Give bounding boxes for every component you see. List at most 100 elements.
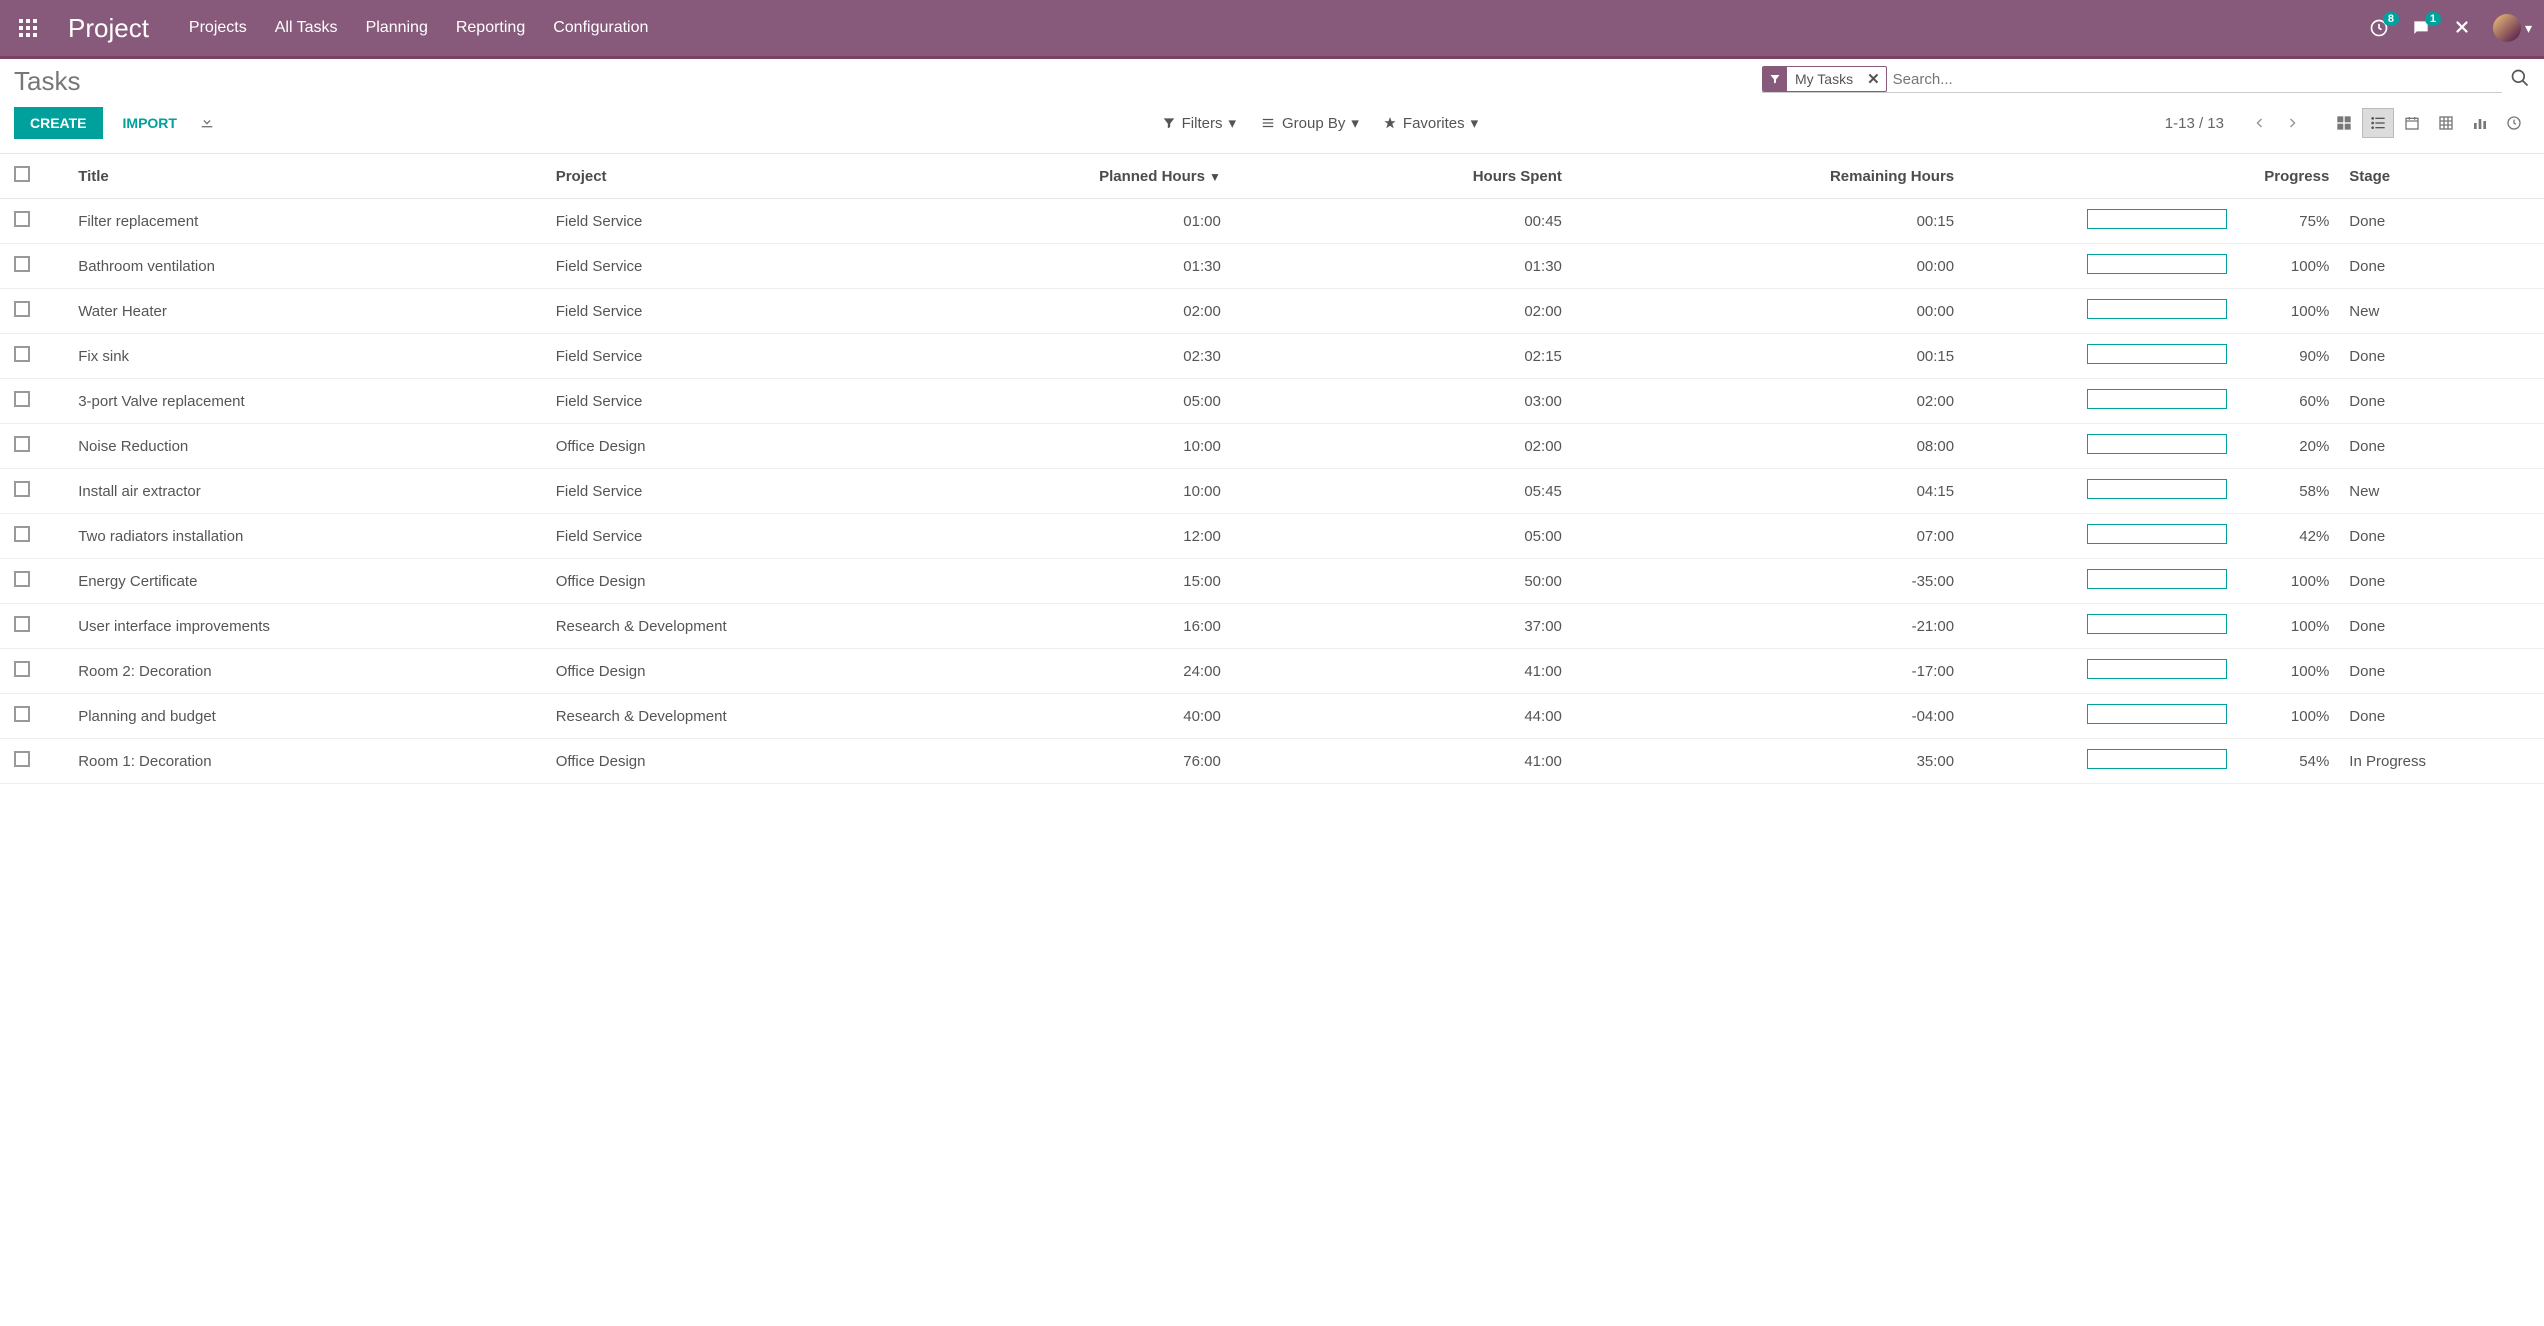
nav-planning[interactable]: Planning <box>366 19 428 37</box>
caret-down-icon: ▾ <box>1351 114 1359 132</box>
cell-progress-pct: 60% <box>2237 379 2339 424</box>
search-box: My Tasks ✕ <box>1762 66 2502 93</box>
row-checkbox[interactable] <box>14 211 30 227</box>
cell-title: Install air extractor <box>68 469 546 514</box>
cell-progress-pct: 100% <box>2237 244 2339 289</box>
row-checkbox[interactable] <box>14 436 30 452</box>
facet-remove-icon[interactable]: ✕ <box>1861 70 1886 88</box>
cell-spent: 02:00 <box>1231 424 1572 469</box>
close-icon[interactable] <box>2453 18 2471 39</box>
col-project[interactable]: Project <box>546 154 989 199</box>
cell-title: Two radiators installation <box>68 514 546 559</box>
filters-dropdown[interactable]: Filters ▾ <box>1162 114 1236 132</box>
row-checkbox[interactable] <box>14 391 30 407</box>
pager-prev-icon[interactable] <box>2246 109 2274 137</box>
download-icon[interactable] <box>199 114 215 133</box>
cell-project: Research & Development <box>546 694 989 739</box>
systray: 8 1 ▾ <box>2369 14 2532 42</box>
table-row[interactable]: Room 1: Decoration Office Design 76:00 4… <box>0 739 2544 784</box>
view-calendar-icon[interactable] <box>2396 108 2428 138</box>
activity-icon[interactable]: 8 <box>2369 18 2389 38</box>
table-row[interactable]: Bathroom ventilation Field Service 01:30… <box>0 244 2544 289</box>
table-row[interactable]: Planning and budget Research & Developme… <box>0 694 2544 739</box>
cell-planned: 16:00 <box>989 604 1231 649</box>
table-row[interactable]: 3-port Valve replacement Field Service 0… <box>0 379 2544 424</box>
table-row[interactable]: Fix sink Field Service 02:30 02:15 00:15… <box>0 334 2544 379</box>
nav-projects[interactable]: Projects <box>189 19 247 37</box>
create-button[interactable]: CREATE <box>14 107 103 139</box>
breadcrumb-title[interactable]: Tasks <box>14 66 80 97</box>
row-checkbox[interactable] <box>14 706 30 722</box>
table-row[interactable]: User interface improvements Research & D… <box>0 604 2544 649</box>
import-button[interactable]: IMPORT <box>123 115 177 131</box>
view-list-icon[interactable] <box>2362 108 2394 138</box>
progress-bar <box>2087 209 2227 229</box>
nav-reporting[interactable]: Reporting <box>456 19 525 37</box>
search-input[interactable] <box>1887 67 2502 92</box>
app-brand[interactable]: Project <box>68 13 149 44</box>
row-checkbox[interactable] <box>14 526 30 542</box>
row-checkbox[interactable] <box>14 346 30 362</box>
cell-title: Fix sink <box>68 334 546 379</box>
select-all-checkbox[interactable] <box>14 166 30 182</box>
col-progress[interactable]: Progress <box>1964 154 2339 199</box>
table-row[interactable]: Install air extractor Field Service 10:0… <box>0 469 2544 514</box>
cell-project: Field Service <box>546 514 989 559</box>
cell-stage: Done <box>2339 604 2544 649</box>
row-checkbox[interactable] <box>14 571 30 587</box>
row-checkbox[interactable] <box>14 256 30 272</box>
table-row[interactable]: Noise Reduction Office Design 10:00 02:0… <box>0 424 2544 469</box>
row-checkbox[interactable] <box>14 661 30 677</box>
cell-title: Filter replacement <box>68 199 546 244</box>
row-checkbox[interactable] <box>14 481 30 497</box>
table-row[interactable]: Two radiators installation Field Service… <box>0 514 2544 559</box>
pager-next-icon[interactable] <box>2278 109 2306 137</box>
view-kanban-icon[interactable] <box>2328 108 2360 138</box>
table-row[interactable]: Room 2: Decoration Office Design 24:00 4… <box>0 649 2544 694</box>
view-activity-icon[interactable] <box>2498 108 2530 138</box>
nav-all-tasks[interactable]: All Tasks <box>275 19 338 37</box>
table-row[interactable]: Energy Certificate Office Design 15:00 5… <box>0 559 2544 604</box>
cell-spent: 03:00 <box>1231 379 1572 424</box>
col-title[interactable]: Title <box>68 154 546 199</box>
row-checkbox[interactable] <box>14 301 30 317</box>
groupby-dropdown[interactable]: Group By ▾ <box>1260 114 1359 132</box>
cell-spent: 02:15 <box>1231 334 1572 379</box>
cell-spent: 02:00 <box>1231 289 1572 334</box>
cell-project: Research & Development <box>546 604 989 649</box>
cell-stage: Done <box>2339 244 2544 289</box>
cell-spent: 01:30 <box>1231 244 1572 289</box>
cell-planned: 24:00 <box>989 649 1231 694</box>
col-remaining-hours[interactable]: Remaining Hours <box>1572 154 1964 199</box>
row-checkbox[interactable] <box>14 751 30 767</box>
favorites-dropdown[interactable]: Favorites ▾ <box>1383 114 1478 132</box>
cell-planned: 02:30 <box>989 334 1231 379</box>
cell-progress-pct: 58% <box>2237 469 2339 514</box>
col-stage[interactable]: Stage <box>2339 154 2544 199</box>
view-pivot-icon[interactable] <box>2430 108 2462 138</box>
table-row[interactable]: Water Heater Field Service 02:00 02:00 0… <box>0 289 2544 334</box>
cell-spent: 41:00 <box>1231 739 1572 784</box>
cell-project: Field Service <box>546 199 989 244</box>
table-row[interactable]: Filter replacement Field Service 01:00 0… <box>0 199 2544 244</box>
apps-icon[interactable] <box>12 12 44 44</box>
nav-configuration[interactable]: Configuration <box>553 19 648 37</box>
cell-stage: Done <box>2339 649 2544 694</box>
cell-spent: 05:45 <box>1231 469 1572 514</box>
messaging-icon[interactable]: 1 <box>2411 18 2431 38</box>
cell-progress-pct: 54% <box>2237 739 2339 784</box>
main-nav: Projects All Tasks Planning Reporting Co… <box>189 19 648 37</box>
cell-remaining: 02:00 <box>1572 379 1964 424</box>
cell-spent: 37:00 <box>1231 604 1572 649</box>
user-menu[interactable]: ▾ <box>2493 14 2532 42</box>
progress-bar <box>2087 254 2227 274</box>
avatar <box>2493 14 2521 42</box>
row-checkbox[interactable] <box>14 616 30 632</box>
search-icon[interactable] <box>2510 68 2530 91</box>
col-planned-hours[interactable]: Planned Hours▼ <box>989 154 1231 199</box>
cell-stage: Done <box>2339 199 2544 244</box>
col-hours-spent[interactable]: Hours Spent <box>1231 154 1572 199</box>
view-graph-icon[interactable] <box>2464 108 2496 138</box>
pager-text[interactable]: 1-13 / 13 <box>2165 115 2224 132</box>
cell-project: Office Design <box>546 739 989 784</box>
